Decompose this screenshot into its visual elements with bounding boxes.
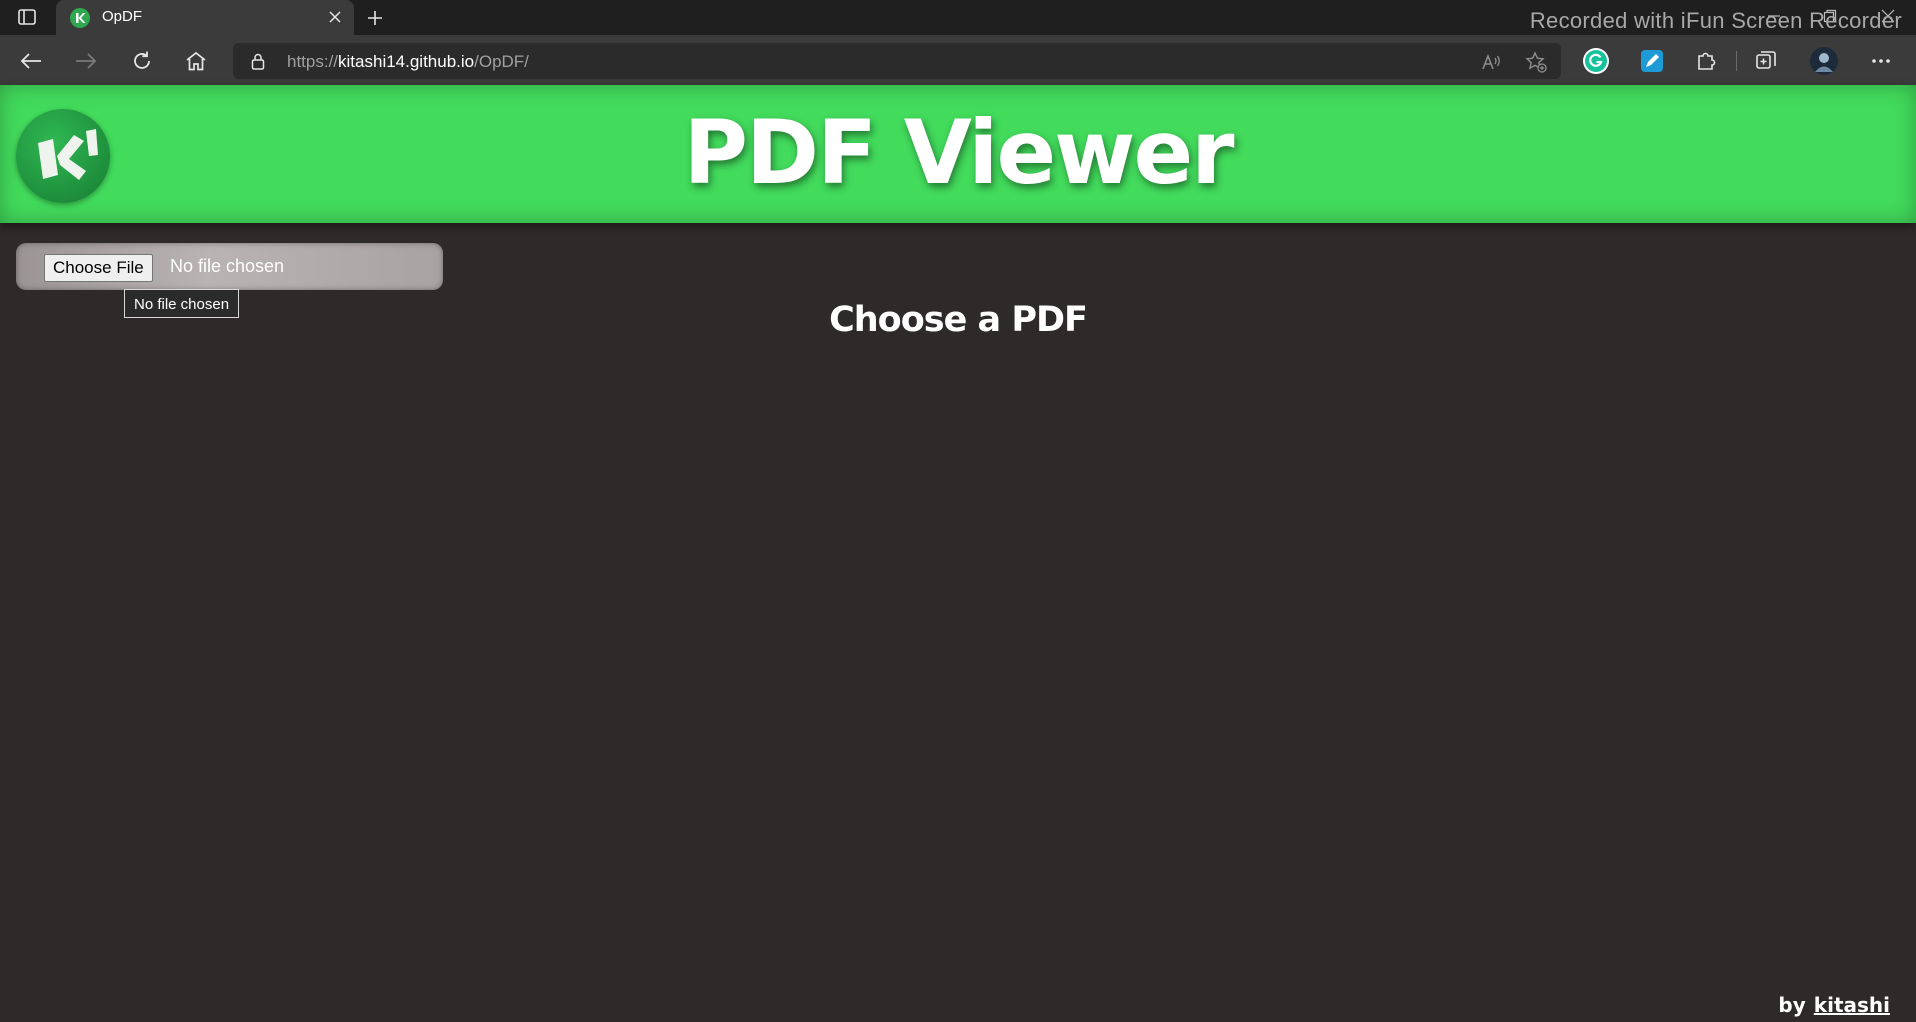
footer-credit: by kitashi [1778,993,1890,1017]
site-header: PDF Viewer [0,85,1916,223]
avatar[interactable] [1809,46,1839,76]
credit-by-label: by [1778,993,1806,1017]
recorder-watermark: Recorded with iFun Screen Recorder [1529,8,1902,33]
browser-tab-opdf[interactable]: OpDF [56,0,354,35]
more-icon[interactable] [1866,46,1896,76]
add-favorite-icon[interactable] [1525,51,1547,73]
address-bar[interactable]: https://kitashi14.github.io/OpDF/ [233,43,1561,79]
url-host: kitashi14.github.io [338,52,475,71]
choose-pdf-prompt: Choose a PDF [829,300,1088,340]
lock-icon[interactable] [249,52,267,70]
grammarly-icon[interactable] [1581,46,1611,76]
browser-tab-strip: OpDF Recorded with iFun Screen Recorder [0,0,1916,35]
forward-arrow-icon[interactable] [71,46,101,76]
close-icon[interactable] [324,6,346,28]
toolbar-separator [1736,51,1737,71]
puzzle-icon[interactable] [1691,46,1721,76]
read-aloud-icon[interactable] [1481,51,1503,73]
url-scheme: https:// [287,52,339,71]
pen-extension-icon[interactable] [1637,46,1667,76]
browser-toolbar: https://kitashi14.github.io/OpDF/ [0,35,1916,85]
favicon-icon [70,8,90,28]
url-text[interactable]: https://kitashi14.github.io/OpDF/ [287,52,529,72]
author-link[interactable]: kitashi [1814,993,1890,1017]
home-icon[interactable] [181,46,211,76]
file-input-panel: Choose File No file chosen [16,243,443,290]
url-path: /OpDF/ [474,52,529,71]
tab-actions-icon[interactable] [12,6,42,28]
plus-icon[interactable] [362,5,388,31]
tab-title: OpDF [102,8,143,25]
collections-icon[interactable] [1751,46,1781,76]
back-arrow-icon[interactable] [16,46,46,76]
refresh-icon[interactable] [127,46,157,76]
choose-file-button[interactable]: Choose File [44,254,153,282]
page-title: PDF Viewer [683,101,1234,204]
file-status-text: No file chosen [170,256,285,276]
